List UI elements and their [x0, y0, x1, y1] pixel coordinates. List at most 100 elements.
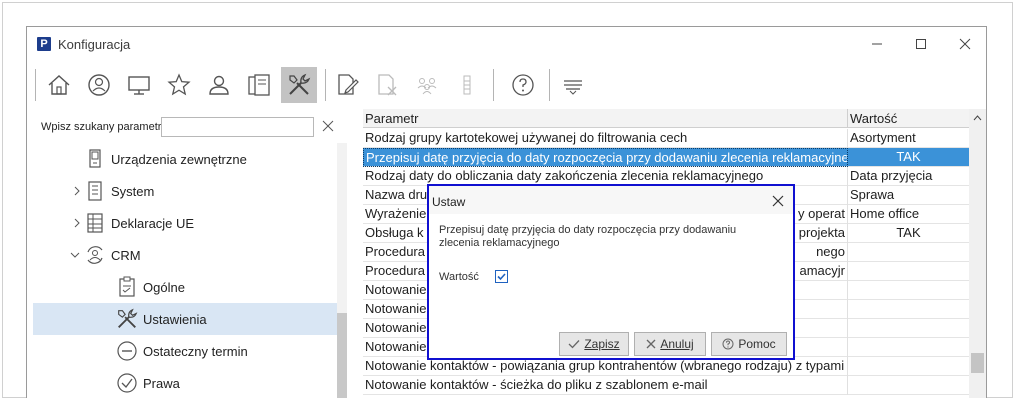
system-icon	[83, 179, 107, 203]
cell-value: Sprawa	[850, 187, 895, 202]
close-window-button[interactable]	[943, 31, 986, 57]
tree-item-label: Ogólne	[143, 280, 185, 295]
cell-param-start: Wyrażenie	[365, 206, 427, 221]
tree-item-label: CRM	[111, 248, 141, 263]
devices-icon[interactable]	[241, 67, 277, 103]
chevron-down-icon[interactable]	[69, 249, 81, 261]
cell-param-end: y operat	[798, 206, 845, 221]
cell-value: Asortyment	[850, 130, 916, 145]
tools-icon[interactable]	[281, 67, 317, 103]
dialog-title: Ustaw	[432, 195, 466, 209]
minimize-button[interactable]	[855, 31, 899, 57]
help-label: Pomoc	[738, 337, 776, 351]
help-icon[interactable]	[505, 67, 541, 103]
tree-item-label: Deklaracje UE	[111, 216, 195, 231]
tree-item-crm[interactable]: CRM	[33, 239, 337, 271]
cancel-x-icon	[646, 339, 656, 349]
chevron-right-icon[interactable]	[71, 217, 83, 229]
toolbar-separator	[35, 69, 36, 101]
crm-icon	[83, 243, 107, 267]
cell-param: Notowanie kontaktów - ścieżka do pliku z…	[363, 376, 848, 395]
company-icon[interactable]	[81, 67, 117, 103]
help-button[interactable]: Pomoc	[711, 332, 787, 356]
cell-param: Rodzaj grupy kartotekowej używanej do fi…	[363, 129, 848, 148]
cell-value: TAK	[896, 225, 921, 240]
maximize-button[interactable]	[899, 31, 943, 57]
dialog-close-icon[interactable]	[769, 192, 787, 210]
dialog-body: Przepisuj datę przyjęcia do daty rozpocz…	[429, 214, 793, 358]
check-icon	[568, 340, 580, 349]
check-circle-icon	[115, 371, 139, 395]
cell-value	[848, 338, 969, 357]
tree-item-system[interactable]: System	[33, 175, 337, 207]
tree-item-label: System	[111, 184, 155, 199]
table-row[interactable]: Notowanie kontaktów - ścieżka do pliku z…	[363, 376, 969, 395]
cell-value	[848, 357, 969, 376]
tools-icon	[115, 307, 139, 331]
edit-document-icon[interactable]	[329, 67, 365, 103]
tree-item-label: Prawa	[143, 376, 180, 391]
device-icon	[83, 147, 107, 171]
star-icon[interactable]	[161, 67, 197, 103]
menu-lines-icon[interactable]	[555, 67, 591, 103]
delete-document-icon[interactable]	[369, 67, 405, 103]
tree-item-ostateczny-termin[interactable]: Ostateczny termin	[33, 335, 337, 367]
cell-param-start: Obsługa k	[365, 225, 424, 240]
tree-item-ustawienia[interactable]: Ustawienia	[33, 303, 337, 335]
users-group-icon[interactable]	[409, 67, 445, 103]
chevron-right-icon[interactable]	[71, 185, 83, 197]
tree-item-ogolne[interactable]: Ogólne	[33, 271, 337, 303]
checklist-icon	[115, 275, 139, 299]
home-icon[interactable]	[41, 67, 77, 103]
value-label: Wartość	[439, 271, 479, 283]
cancel-button[interactable]: Anuluj	[634, 332, 706, 356]
parameter-search: Wpisz szukany parametr	[27, 113, 347, 141]
search-label: Wpisz szukany parametr	[41, 121, 162, 133]
cell-param-start: Procedura	[365, 244, 425, 259]
cell-param-start: Procedura	[365, 263, 425, 278]
grid-scrollbar[interactable]	[969, 109, 986, 398]
cell-value: TAK	[896, 149, 921, 164]
cell-value	[848, 300, 969, 319]
save-button[interactable]: Zapisz	[559, 332, 629, 356]
user-icon[interactable]	[201, 67, 237, 103]
tree-item-label: Ostateczny termin	[143, 344, 248, 359]
tree-scrollbar[interactable]	[337, 143, 347, 398]
cell-value: Home office	[850, 206, 920, 221]
cell-value: Data przyjęcia	[850, 168, 933, 183]
cell-param-end: nego	[816, 244, 845, 259]
help-icon	[722, 338, 734, 350]
search-input[interactable]	[161, 117, 314, 137]
column-header-param[interactable]: Parametr	[363, 109, 848, 128]
toolbar-separator	[493, 69, 494, 101]
cancel-label: Anuluj	[660, 337, 694, 351]
cell-value	[848, 262, 969, 281]
tree-item-prawa[interactable]: Prawa	[33, 367, 337, 398]
grid-header: Parametr Wartość	[363, 109, 969, 128]
titlebar: P Konfiguracja	[27, 27, 986, 59]
scroll-up-icon[interactable]	[969, 109, 986, 126]
cell-value	[848, 243, 969, 262]
table-row-selected[interactable]: Przepisuj datę przyjęcia do daty rozpocz…	[363, 148, 969, 167]
window-title: Konfiguracja	[58, 37, 131, 52]
computer-icon[interactable]	[121, 67, 157, 103]
cell-param: Przepisuj datę przyjęcia do daty rozpocz…	[363, 148, 848, 167]
columns-icon[interactable]	[449, 67, 485, 103]
save-label: Zapisz	[584, 337, 620, 351]
cell-param-end: amacyjr	[799, 263, 845, 278]
grid-scrollbar-thumb[interactable]	[971, 353, 984, 373]
table-icon	[83, 211, 107, 235]
tree-item-urzadzenia[interactable]: Urządzenia zewnętrzne	[33, 143, 337, 175]
table-row[interactable]: Rodzaj grupy kartotekowej używanej do fi…	[363, 129, 969, 148]
clear-search-icon[interactable]	[319, 117, 337, 135]
toolbar	[27, 65, 986, 107]
tree-scrollbar-thumb[interactable]	[337, 313, 347, 398]
cell-param-end: projekta	[798, 225, 845, 240]
toolbar-separator	[325, 69, 326, 101]
dialog-message: Przepisuj datę przyjęcia do daty rozpocz…	[439, 224, 737, 249]
cell-value	[848, 319, 969, 338]
column-header-value[interactable]: Wartość	[848, 109, 969, 128]
tree-item-label: Ustawienia	[143, 312, 207, 327]
tree-item-deklaracje[interactable]: Deklaracje UE	[33, 207, 337, 239]
value-checkbox[interactable]	[495, 270, 508, 283]
